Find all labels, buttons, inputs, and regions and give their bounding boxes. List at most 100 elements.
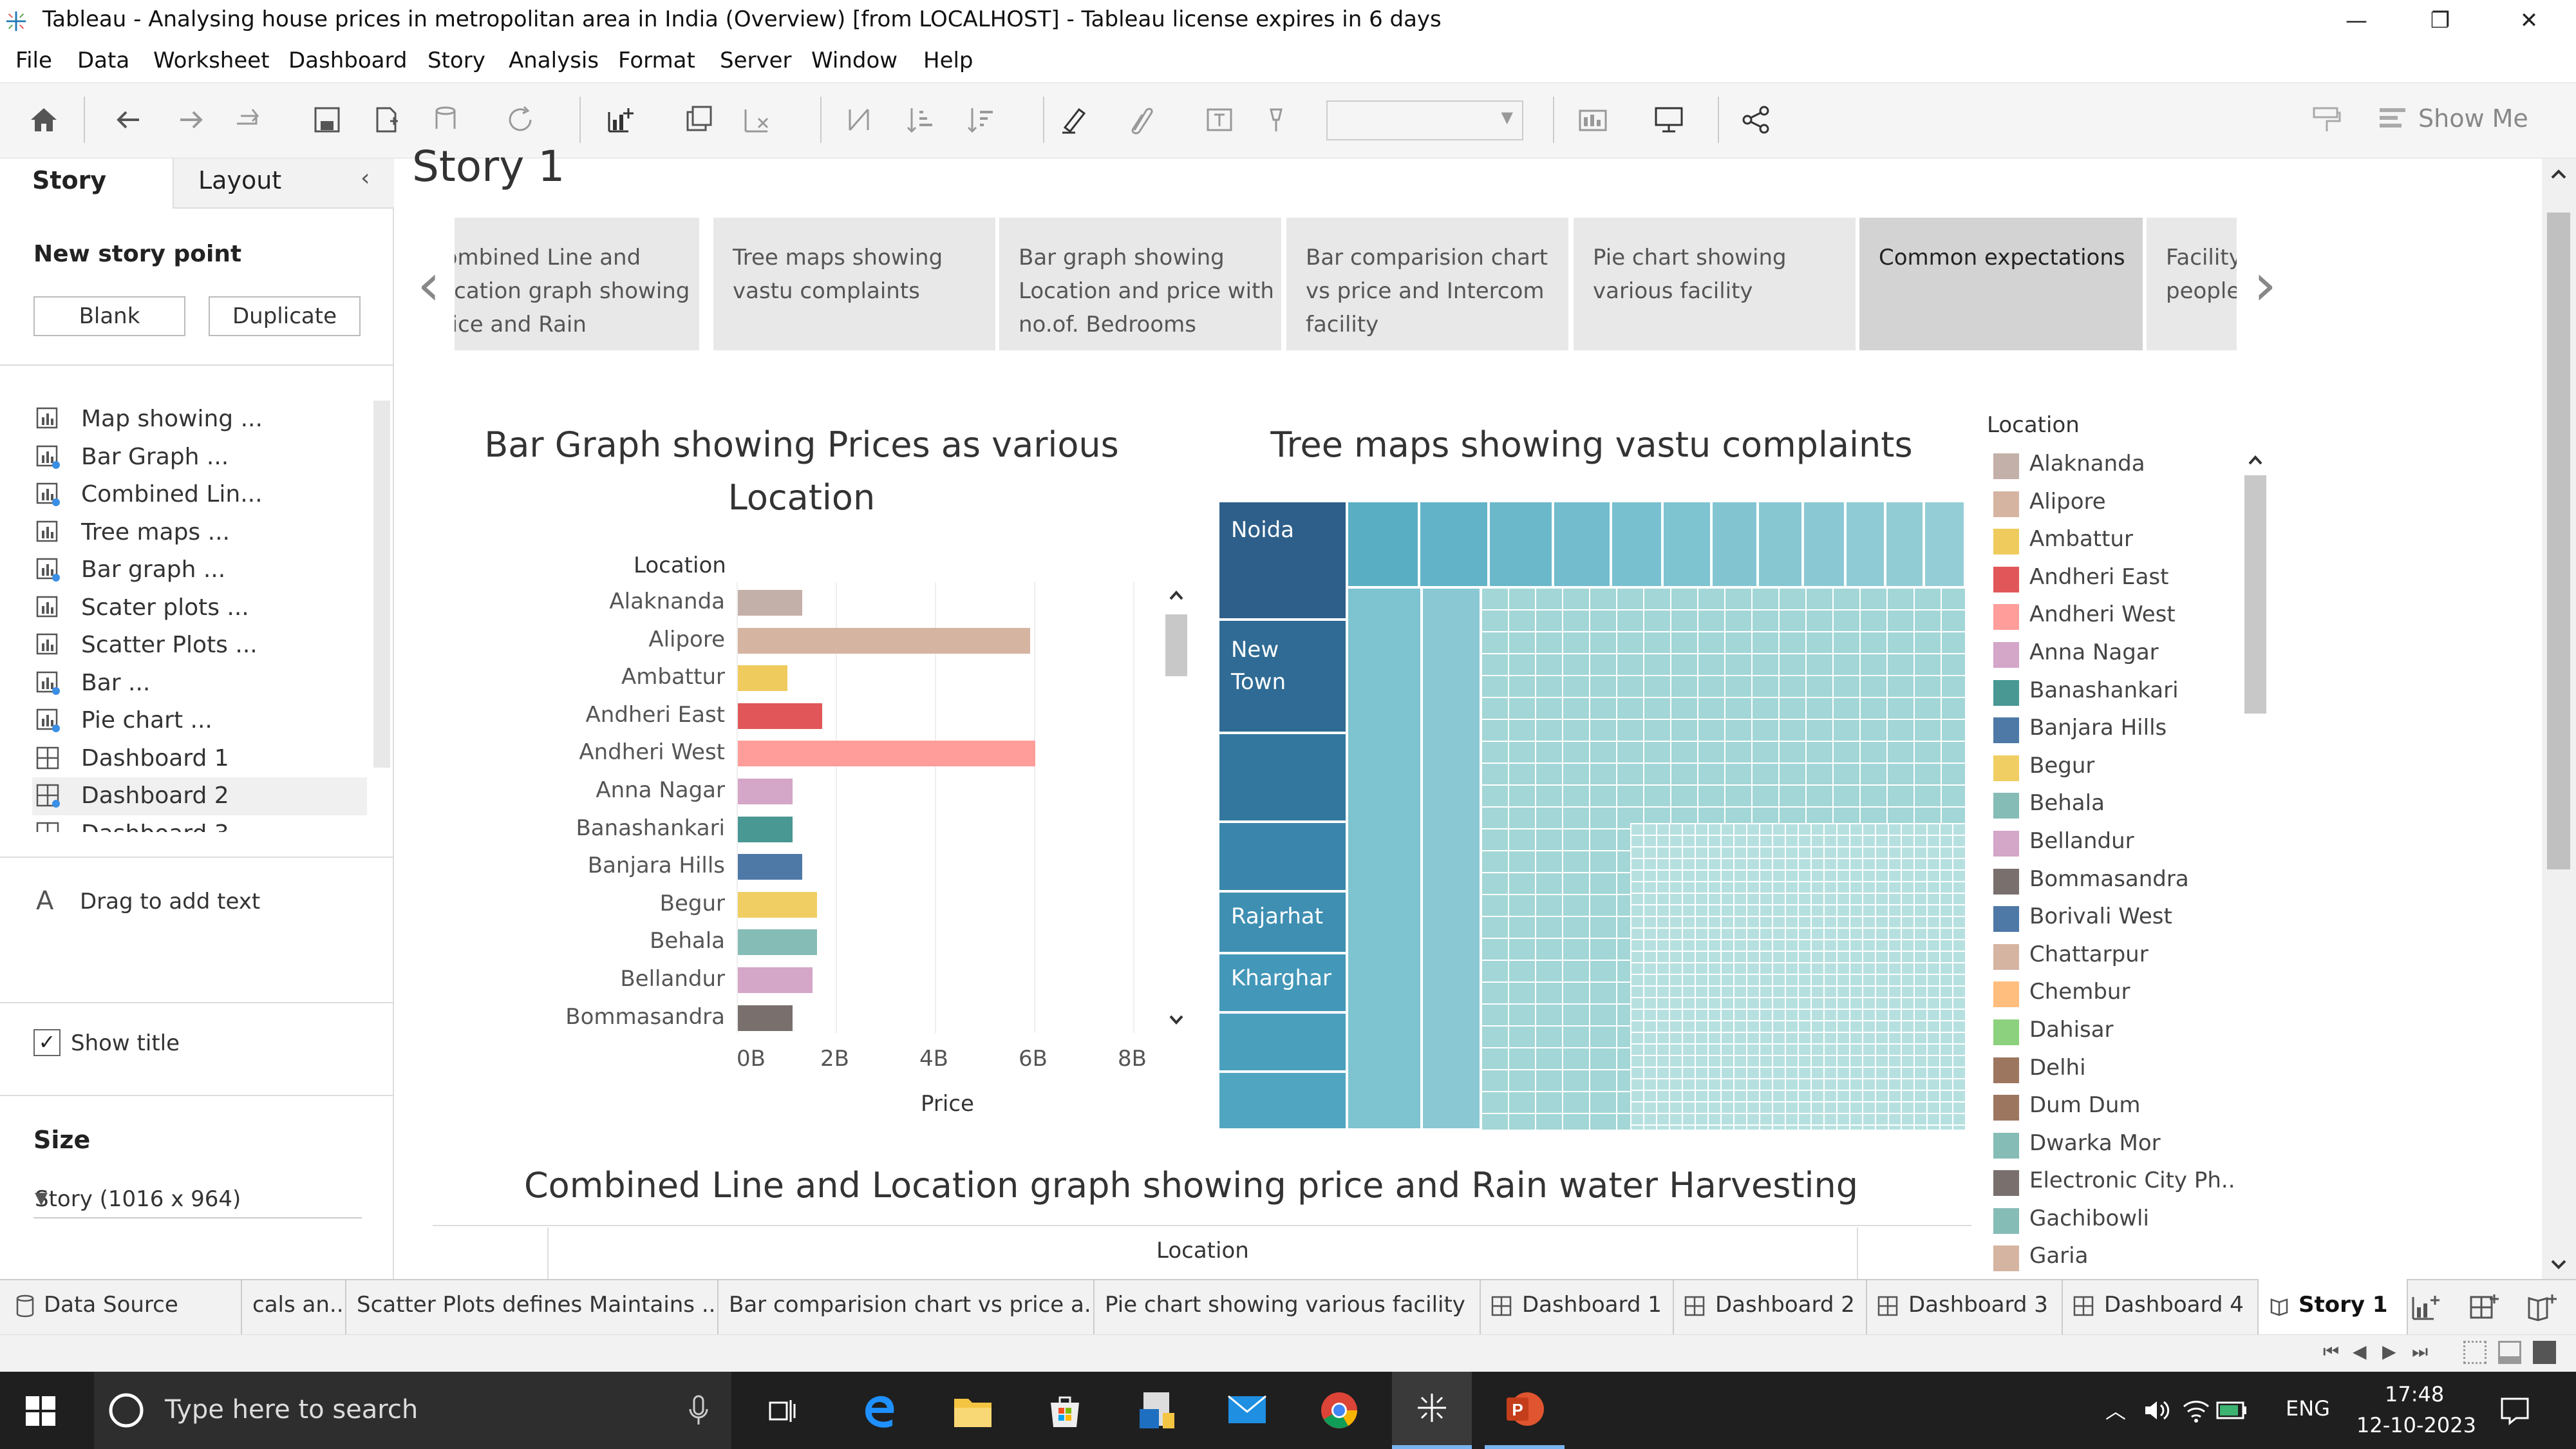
blank-button[interactable]: Blank [33,296,185,336]
tableau-taskbar-button[interactable] [1392,1372,1472,1449]
story-dashboard-item[interactable]: Dashboard 1 [32,740,367,778]
legend-item[interactable]: Dwarka Mor [1987,1124,2257,1162]
share-icon[interactable] [1738,102,1774,138]
first-sheet-icon[interactable]: ⏮ [2323,1341,2339,1363]
story-sheet-item[interactable]: Bar ... [32,665,367,703]
treemap-cell[interactable] [1347,501,1419,587]
volume-icon[interactable] [2143,1396,2172,1425]
taskbar-date[interactable]: 12-10-2023 [2356,1413,2476,1437]
bar[interactable] [738,854,803,880]
redo-icon[interactable] [173,102,209,138]
legend-item[interactable]: Chembur [1987,972,2257,1010]
show-hidden-icons[interactable]: ︿ [2105,1395,2126,1425]
sheet-list-scrollbar[interactable] [373,401,390,768]
tab-dashboard[interactable]: Dashboard 4 [2063,1279,2259,1334]
legend-item[interactable]: Electronic City Ph.. [1987,1161,2257,1199]
swap-icon[interactable] [841,102,877,138]
group-members-icon[interactable] [1122,102,1158,138]
bar[interactable] [738,590,803,616]
treemap-cell[interactable] [1924,501,1965,587]
tab-sheet[interactable]: Scatter Plots defines Maintains ... [346,1279,719,1334]
highlight-icon[interactable] [1056,102,1092,138]
menu-analysis[interactable]: Analysis [509,48,599,73]
last-sheet-icon[interactable]: ⏭ [2412,1341,2428,1363]
bar[interactable] [738,779,793,804]
legend-item[interactable]: Anna Nagar [1987,633,2257,671]
presentation-mode-icon[interactable] [1651,102,1687,138]
treemap-cell[interactable] [1611,501,1662,587]
file-explorer-icon[interactable] [953,1394,993,1428]
tab-sheet[interactable]: Bar comparision chart vs price a... [719,1279,1095,1334]
tab-dashboard[interactable]: Dashboard 1 [1481,1279,1674,1334]
undo-icon[interactable] [111,102,147,138]
treemap-cell[interactable] [1845,501,1885,587]
tab-data-source[interactable]: Data Source [0,1279,242,1334]
legend-item[interactable]: Alipore [1987,482,2257,520]
tab-dashboard[interactable]: Dashboard 2 [1674,1279,1867,1334]
tab-story[interactable]: Story [0,158,173,209]
duplicate-sheet-icon[interactable] [681,102,717,138]
bar[interactable] [738,967,813,993]
windows-start-icon[interactable] [26,1396,55,1426]
legend-item[interactable]: Alaknanda [1987,444,2257,482]
story-sheet-item[interactable]: Map showing ... [32,401,367,439]
new-worksheet-tab-icon[interactable] [2408,1289,2444,1325]
legend-item[interactable]: Andheri East [1987,558,2257,596]
legend-item[interactable]: Borivali West [1987,897,2257,935]
treemap-cell[interactable] [1711,501,1758,587]
treemap-cell[interactable] [1489,501,1553,587]
previous-sheet-icon[interactable]: ◀ [2353,1341,2367,1362]
next-sheet-icon[interactable]: ▶ [2382,1341,2396,1362]
bar[interactable] [738,816,793,842]
refresh-icon[interactable] [502,102,538,138]
document-app-icon[interactable] [1137,1390,1177,1431]
menu-story[interactable]: Story [428,48,485,73]
microsoft-store-icon[interactable] [1046,1391,1084,1430]
tab-sheet[interactable]: cals an... [242,1279,346,1334]
bar[interactable] [738,703,822,729]
tab-dashboard[interactable]: Dashboard 3 [1867,1279,2063,1334]
network-icon[interactable] [2181,1396,2211,1425]
story-sheet-item[interactable]: Tree maps ... [32,514,367,552]
treemap-cell[interactable] [1422,587,1481,1130]
story-dashboard-item[interactable]: Dashboard 3 [32,815,367,832]
bar[interactable] [738,891,818,918]
treemap-cell[interactable] [1885,501,1924,587]
legend-item[interactable]: Dum Dum [1987,1086,2257,1124]
bar-chart-scrollbar[interactable] [1161,583,1191,1034]
story-point-4[interactable]: Bar comparision chart vs price and Inter… [1286,218,1568,350]
bar[interactable] [738,665,787,692]
bar[interactable] [738,1005,793,1031]
menu-file[interactable]: File [15,48,52,73]
bar[interactable] [738,627,1031,654]
legend-item[interactable]: Bommasandra [1987,860,2257,898]
story-scrollbar[interactable] [2542,158,2576,1279]
bar[interactable] [738,741,1035,767]
new-story-tab-icon[interactable] [2524,1289,2560,1325]
replay-icon[interactable] [230,102,267,138]
story-dashboard-item[interactable]: Dashboard 2 [32,777,367,815]
legend-item[interactable]: Ambattur [1987,520,2257,558]
treemap-cell[interactable] [1218,733,1347,822]
story-sheet-item[interactable]: Combined Lin... [32,476,367,514]
taskbar-search-box[interactable]: Type here to search [94,1372,731,1449]
menu-data[interactable]: Data [77,48,129,73]
legend-item[interactable]: Begur [1987,746,2257,784]
treemap-cell[interactable] [1218,1012,1347,1072]
menu-help[interactable]: Help [923,48,973,73]
format-painter-icon[interactable] [2309,102,2345,138]
story-point-3[interactable]: Bar graph showing Location and price wit… [999,218,1281,350]
previous-story-point-arrow-icon[interactable]: ‹ [417,251,440,319]
new-worksheet-icon[interactable] [603,102,639,138]
show-filmstrip-icon[interactable] [2463,1341,2487,1364]
legend-item[interactable]: Delhi [1987,1048,2257,1086]
size-dropdown[interactable]: Story (1016 x 964) ▼ [33,1182,362,1218]
task-view-icon[interactable] [766,1395,798,1427]
show-tabs-icon[interactable] [2498,1341,2521,1364]
edge-browser-icon[interactable] [861,1392,899,1430]
show-me-button[interactable]: Show Me [2378,102,2571,138]
clear-sheet-icon[interactable] [739,102,775,138]
chrome-icon[interactable] [1320,1391,1359,1430]
tab-story-1[interactable]: Story 1 [2259,1279,2408,1334]
fix-axes-icon[interactable] [1258,102,1294,138]
